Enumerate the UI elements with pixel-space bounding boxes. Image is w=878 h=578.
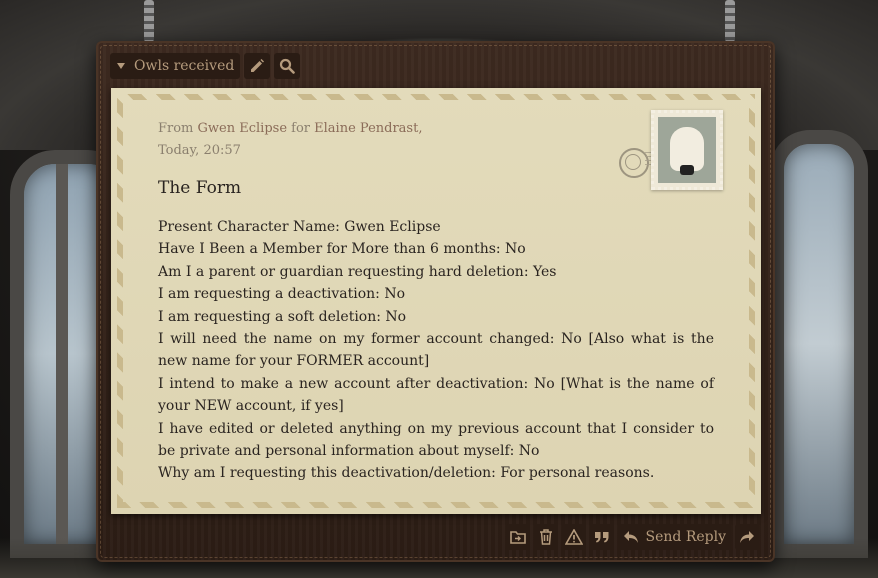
report-button[interactable] [561, 524, 586, 550]
right-window [770, 130, 868, 558]
for-word: for [291, 121, 311, 136]
letter-line: I intend to make a new account after dea… [158, 375, 714, 415]
letter-line: I am requesting a soft deletion: No [158, 308, 407, 325]
sender-name[interactable]: Gwen Eclipse [198, 121, 287, 136]
hanging-chain-right [725, 0, 735, 42]
hanging-chain-left [144, 0, 154, 42]
delete-button[interactable] [533, 524, 558, 550]
reply-icon [623, 531, 638, 543]
letter-title: The Form [158, 178, 242, 198]
recipient-name[interactable]: Elaine Pendrast, [314, 121, 422, 136]
folder-dropdown[interactable]: Owls received [110, 53, 241, 79]
search-button[interactable] [274, 53, 301, 79]
warning-icon [564, 529, 583, 545]
letter-line: Present Character Name: Gwen Eclipse [158, 219, 441, 235]
letter-line: Have I Been a Member for More than 6 mon… [158, 241, 526, 258]
caret-down-icon [117, 63, 125, 69]
send-reply-label: Send Reply [645, 529, 726, 545]
letter-line: Am I a parent or guardian requesting har… [158, 263, 557, 280]
quote-button[interactable] [589, 524, 614, 550]
letter-line: I will need the name on my former accoun… [158, 331, 714, 370]
message-actions: Send Reply [505, 524, 759, 550]
letter-line: I am requesting a deactivation: No [158, 286, 405, 303]
letter-body: Present Character Name: Gwen Eclipse Hav… [158, 216, 714, 485]
letter-line: Why am I requesting this deactivation/de… [158, 465, 655, 482]
trash-icon [539, 529, 552, 545]
pencil-icon [251, 59, 265, 72]
avatar-tie [680, 165, 694, 175]
forward-icon [740, 531, 754, 543]
folder-dropdown-label: Owls received [134, 58, 235, 74]
letter-paper: From Gwen Eclipse for Elaine Pendrast, T… [111, 88, 761, 514]
forward-button[interactable] [735, 524, 759, 550]
letter-meta: From Gwen Eclipse for Elaine Pendrast, T… [158, 118, 422, 162]
move-button[interactable] [505, 524, 530, 550]
search-icon [280, 58, 296, 74]
top-toolbar: Owls received [110, 53, 301, 79]
letter-timestamp: Today, 20:57 [158, 143, 241, 158]
compose-button[interactable] [244, 53, 271, 79]
quote-icon [594, 532, 609, 543]
stamp-image [658, 117, 716, 183]
letter-from-line: From Gwen Eclipse for Elaine Pendrast, [158, 118, 422, 140]
move-to-folder-icon [509, 531, 526, 544]
letter-line: I have edited or deleted anything on my … [158, 420, 714, 460]
sender-avatar-stamp[interactable] [651, 110, 723, 190]
window-mullion [56, 164, 68, 544]
send-reply-button[interactable]: Send Reply [617, 524, 731, 550]
from-prefix: From [158, 121, 194, 136]
